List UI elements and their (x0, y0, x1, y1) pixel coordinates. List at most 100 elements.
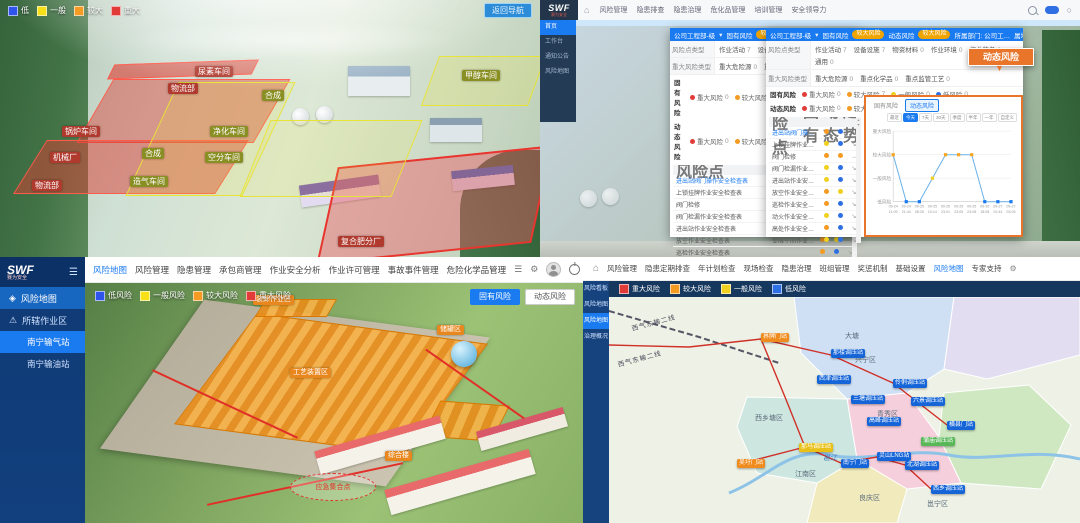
range-pill[interactable]: 一年 (982, 113, 997, 122)
type-count[interactable]: 重大危险源0 (719, 61, 757, 71)
nav-tab[interactable]: 承包商管理 (219, 264, 262, 276)
chevron-down-icon[interactable]: ▾ (815, 31, 818, 39)
sidebar-item[interactable]: 南宁输油站 (0, 353, 85, 375)
sidebar-item[interactable]: 风险地图 (583, 297, 609, 313)
type-count[interactable]: 作业活动7 (815, 44, 847, 54)
station-pill[interactable]: 高峰调压站 (867, 417, 901, 426)
nav-menu-item[interactable]: 隐患定期排查 (645, 263, 690, 274)
scrollbar[interactable]: ▴▾ (856, 117, 861, 243)
sidebar-item[interactable]: 治理概况 (583, 329, 609, 345)
station-pill[interactable]: 界牌门站 (761, 333, 789, 342)
table-row[interactable]: 放空作业安全检查表 ↘ (769, 187, 861, 199)
nav-tab[interactable]: 作业许可管理 (329, 264, 380, 276)
station-pill[interactable]: 横县门站 (947, 421, 975, 430)
side-menu-item[interactable]: 通知公告 (540, 50, 576, 65)
zone-label-chip[interactable]: 造气车间 (130, 176, 168, 187)
type-count[interactable]: 作业活动7 (719, 44, 751, 54)
type-count[interactable]: 设备设施7 (854, 44, 886, 54)
type-count[interactable]: 重点化学品0 (860, 73, 898, 83)
risk-mode-toggle[interactable]: 固有风险 (470, 289, 520, 305)
sidebar-item[interactable]: 风险地图 (583, 313, 609, 329)
station-pill[interactable]: 伶俐调压站 (893, 379, 927, 388)
table-row[interactable]: 阀门检漏作业安全检查表 ↘ (769, 163, 861, 175)
flag-icon[interactable] (1045, 6, 1059, 14)
type-count[interactable]: 通用0 (815, 56, 834, 66)
user-circle-icon[interactable]: ○ (1067, 5, 1072, 15)
nav-menu-item[interactable]: 危化品管理 (710, 5, 745, 15)
station-pill[interactable]: 那楼调压站 (831, 349, 865, 358)
side-menu-item[interactable]: 工作台 (540, 35, 576, 50)
station-pill[interactable]: 六景调压站 (911, 397, 945, 406)
range-pill[interactable]: 今天 (903, 113, 918, 122)
station-pill[interactable]: 三塘调压站 (851, 395, 885, 404)
station-pill[interactable]: 北湖调压站 (905, 461, 939, 470)
back-to-nav-button[interactable]: 返回导航 (484, 3, 532, 18)
nav-menu-item[interactable]: 现场检查 (744, 263, 774, 274)
sidebar-item[interactable]: ⚠所辖作业区 (0, 309, 85, 331)
nav-tab[interactable]: 风险地图 (93, 264, 127, 276)
zone-label-chip[interactable]: 净化车间 (210, 126, 248, 137)
zone-label-chip[interactable]: 工艺装置区 (290, 368, 331, 378)
side-menu-item[interactable]: 风险地图 (540, 65, 576, 80)
app-logo[interactable]: SWF赛为安全 (540, 0, 578, 20)
home-icon[interactable]: ⌂ (584, 5, 589, 15)
zone-label-chip[interactable]: 复合肥分厂 (338, 236, 384, 247)
nav-menu-item[interactable]: 班组管理 (820, 263, 850, 274)
nav-menu-item[interactable]: 隐患治理 (782, 263, 812, 274)
chevron-down-icon[interactable]: ▾ (719, 31, 722, 39)
power-icon[interactable] (569, 264, 580, 275)
station-pill[interactable]: 蒲庙调压站 (921, 437, 955, 446)
risk-mode-toggle[interactable]: 动态风险 (525, 289, 575, 305)
sidebar-item[interactable]: 风险看板 (583, 281, 609, 297)
station-pill[interactable]: 吴圩门站 (737, 459, 765, 468)
nav-menu-item[interactable]: 培训管理 (754, 5, 782, 15)
dept-select[interactable]: 公司工程部-级 (770, 30, 811, 40)
side-menu-item[interactable]: 首页 (540, 20, 576, 35)
station-pill[interactable]: 那马调压站 (799, 443, 833, 452)
nav-tab[interactable]: 作业安全分析 (270, 264, 321, 276)
menu-icon[interactable]: ☰ (514, 264, 522, 275)
dept-select[interactable]: 公司工程部-级 (674, 30, 715, 40)
sidebar-item[interactable]: ◈风险地图 (0, 287, 85, 309)
table-row[interactable]: 阀门检修 → (769, 151, 861, 163)
nav-menu-item[interactable]: 专家支持 (972, 263, 1002, 274)
zone-label-chip[interactable]: 储罐区 (437, 325, 464, 335)
zone-label-chip[interactable]: 合成 (262, 90, 284, 101)
station-pill[interactable]: 灵山LNG站 (877, 452, 911, 461)
range-pill[interactable]: 季度 (950, 113, 965, 122)
nav-menu-item[interactable]: 风险地图 (934, 263, 964, 274)
menu-icon[interactable]: ☰ (69, 267, 78, 278)
risk-zone[interactable] (239, 120, 422, 197)
range-pill[interactable]: 最近 (887, 113, 902, 122)
zone-label-chip[interactable]: 锅炉车间 (62, 126, 100, 137)
nav-menu-item[interactable]: 年计划检查 (698, 263, 736, 274)
nav-menu-item[interactable]: 风险管理 (599, 5, 627, 15)
range-pill[interactable]: 30天 (933, 113, 949, 122)
app-logo[interactable]: SWF赛为安全 (7, 264, 34, 281)
table-row[interactable]: 受限空间作业安全检查表 ↘ (769, 235, 861, 243)
gear-icon[interactable]: ⚙ (1010, 264, 1017, 273)
type-count[interactable]: 作业环境0 (931, 44, 963, 54)
nav-menu-item[interactable]: 隐患治理 (673, 5, 701, 15)
range-pill[interactable]: 半年 (966, 113, 981, 122)
zone-label-chip[interactable]: 机械厂 (50, 152, 80, 163)
nav-menu-item[interactable]: 基础设置 (896, 263, 926, 274)
zone-label-chip[interactable]: 综合楼 (385, 451, 412, 461)
table-row[interactable]: 巡检作业安全检查表 ↘ (673, 247, 857, 257)
zone-label-chip[interactable]: 空分车间 (205, 152, 243, 163)
table-row[interactable]: 高处作业安全检查表 ↘ (769, 223, 861, 235)
station-pill[interactable]: 西津调压站 (817, 375, 851, 384)
table-row[interactable]: 巡检作业安全检查表 ↘ (769, 199, 861, 211)
station-pill[interactable]: 西乡调压站 (931, 485, 965, 494)
home-icon[interactable]: ⌂ (593, 263, 599, 274)
avatar[interactable] (546, 262, 561, 277)
range-pill[interactable]: 7天 (919, 113, 932, 122)
chart-tab[interactable]: 固有风险 (869, 99, 903, 112)
nav-menu-item[interactable]: 风险管理 (607, 263, 637, 274)
type-count[interactable]: 重大危险源0 (815, 73, 853, 83)
table-row[interactable]: 动火作业安全检查表 ↘ (769, 211, 861, 223)
nav-tab[interactable]: 危险化学品管理 (447, 264, 507, 276)
station-pill[interactable]: 南宁门站 (841, 459, 869, 468)
chart-tab[interactable]: 动态风险 (905, 99, 939, 112)
range-pill[interactable]: 自定义 (998, 113, 1018, 122)
